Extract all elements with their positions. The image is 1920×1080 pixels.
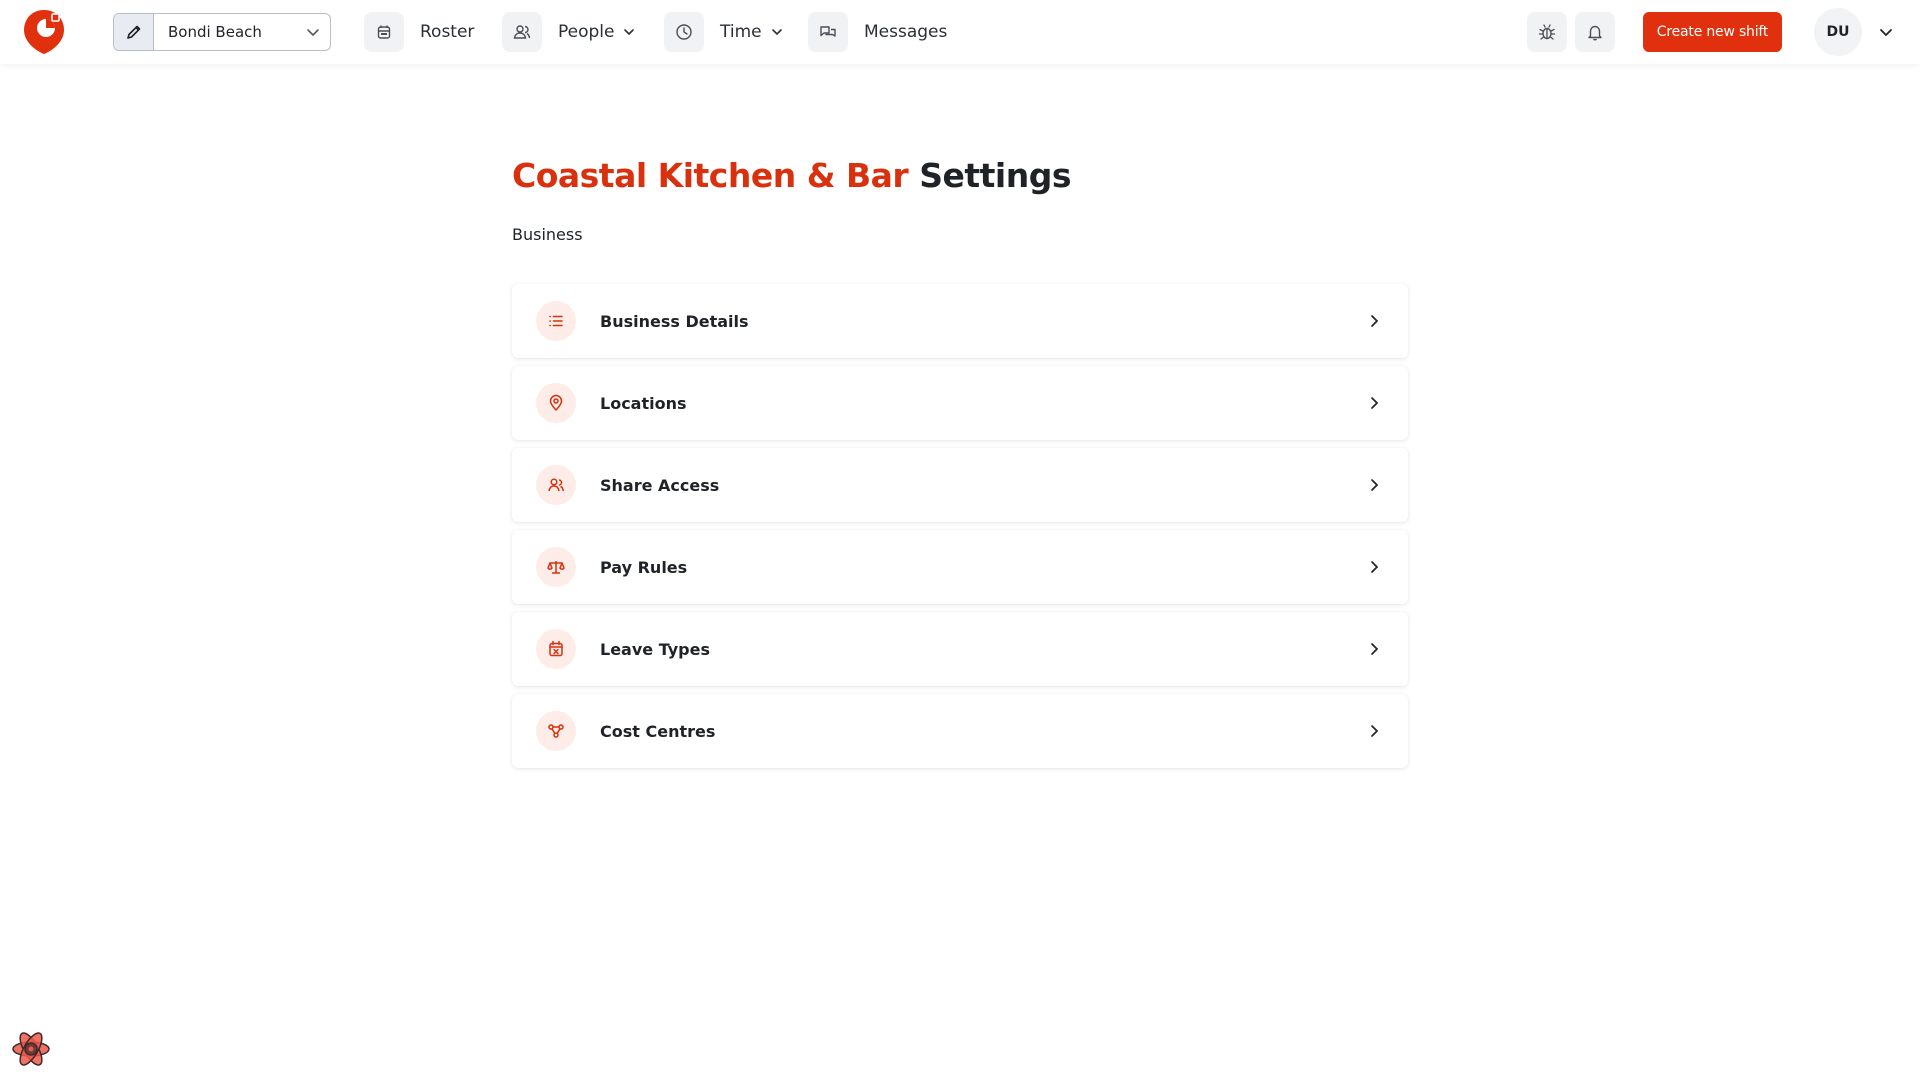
nodes-icon (536, 711, 576, 751)
app-logo-icon[interactable] (22, 8, 66, 56)
settings-item-share-access[interactable]: Share Access (512, 448, 1408, 522)
settings-item-business-details[interactable]: Business Details (512, 284, 1408, 358)
page-title-suffix: Settings (919, 156, 1071, 195)
avatar[interactable]: DU (1814, 8, 1862, 56)
settings-item-label: Cost Centres (600, 721, 716, 741)
location-select-value: Bondi Beach (168, 23, 262, 41)
section-label: Business (512, 225, 583, 244)
nav-messages[interactable]: Messages (808, 12, 947, 52)
settings-item-label: Pay Rules (600, 557, 688, 577)
chevron-right-icon (1364, 311, 1384, 331)
nav-roster[interactable]: Roster (364, 12, 474, 52)
page-title: Coastal Kitchen & Bar Settings (512, 156, 1071, 195)
nav-roster-label: Roster (420, 22, 475, 42)
location-select[interactable]: Bondi Beach (113, 13, 331, 51)
settings-item-label: Business Details (600, 311, 749, 331)
chevron-right-icon (1364, 475, 1384, 495)
settings-item-cost-centres[interactable]: Cost Centres (512, 694, 1408, 768)
settings-item-label: Locations (600, 393, 687, 413)
map-pin-icon (536, 383, 576, 423)
settings-item-label: Leave Types (600, 639, 710, 659)
users-icon (502, 12, 542, 52)
chevron-down-icon (296, 24, 330, 40)
pencil-icon[interactable] (114, 14, 154, 50)
calendar-x-icon (536, 629, 576, 669)
page-title-business-name: Coastal Kitchen & Bar (512, 156, 909, 195)
nav-time-label: Time (720, 22, 762, 42)
chevron-right-icon (1364, 639, 1384, 659)
nav-people-label: People (558, 22, 615, 42)
scale-icon (536, 547, 576, 587)
bell-icon[interactable] (1575, 12, 1615, 52)
chevron-down-icon (770, 25, 784, 39)
chevron-down-icon (622, 25, 636, 39)
bug-icon[interactable] (1527, 12, 1567, 52)
chevron-right-icon (1364, 721, 1384, 741)
clock-icon (664, 12, 704, 52)
chat-bubbles-icon (808, 12, 848, 52)
chevron-right-icon (1364, 557, 1384, 577)
calendar-icon (364, 12, 404, 52)
chevron-down-icon[interactable] (1876, 22, 1896, 42)
settings-item-locations[interactable]: Locations (512, 366, 1408, 440)
settings-item-pay-rules[interactable]: Pay Rules (512, 530, 1408, 604)
settings-item-label: Share Access (600, 475, 720, 495)
users-share-icon (536, 465, 576, 505)
chevron-right-icon (1364, 393, 1384, 413)
list-icon (536, 301, 576, 341)
settings-item-leave-types[interactable]: Leave Types (512, 612, 1408, 686)
nav-time[interactable]: Time (664, 12, 784, 52)
react-devtools-icon[interactable] (10, 1028, 52, 1070)
top-navigation-bar: Bondi Beach Roster People Time Messages … (0, 0, 1920, 64)
nav-messages-label: Messages (864, 22, 948, 42)
settings-list: Business Details Locations Share Access … (512, 284, 1408, 776)
create-new-shift-button[interactable]: Create new shift (1643, 12, 1782, 52)
nav-people[interactable]: People (502, 12, 636, 52)
